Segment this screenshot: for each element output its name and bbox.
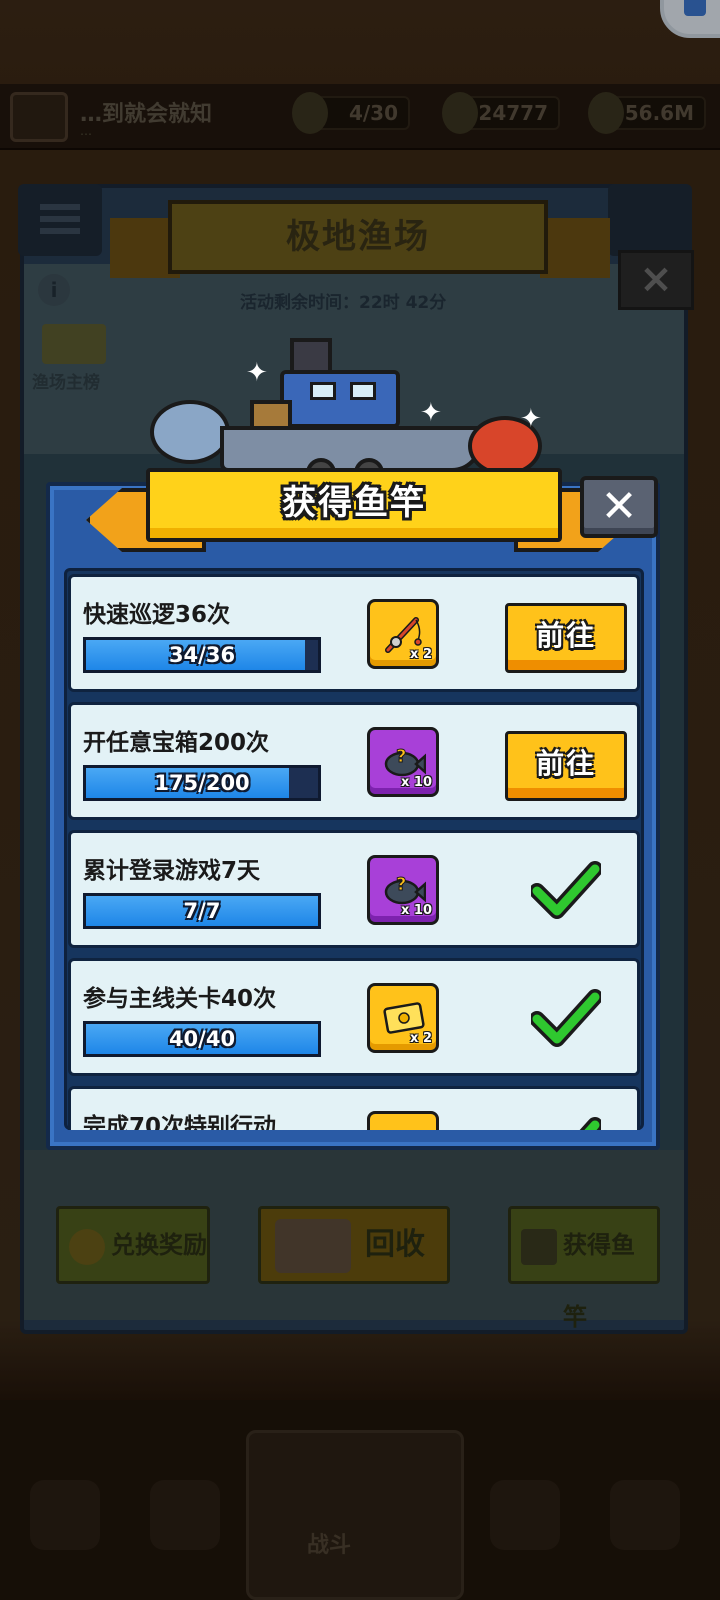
reward-item[interactable]: ? x 10 — [367, 855, 439, 925]
task-progress-text: 40/40 — [168, 1027, 236, 1051]
task-progress-text: 7/7 — [183, 899, 221, 923]
boat-hull — [220, 426, 482, 472]
checkmark-icon — [531, 861, 601, 919]
modal-close-button[interactable]: ✕ — [580, 476, 658, 538]
reward-item[interactable]: x 2 — [367, 983, 439, 1053]
boat-window — [350, 382, 376, 400]
task-progress-bar: 7/7 — [83, 893, 321, 929]
boat-chimney — [290, 338, 332, 374]
task-title: 开任意宝箱200次 — [83, 730, 270, 756]
go-button-label: 前往 — [535, 747, 596, 780]
task-row: 开任意宝箱200次 175/200 ? x 10 前往 — [68, 702, 640, 820]
task-progress-bar: 40/40 — [83, 1021, 321, 1057]
sparkle-icon: ✦ — [246, 358, 268, 388]
task-progress-text: 175/200 — [154, 771, 250, 795]
task-row: 快速巡逻36次 34/36 x 2 前往 — [68, 574, 640, 692]
boat-window — [310, 382, 336, 400]
reward-item[interactable]: ? x 10 — [367, 727, 439, 797]
task-progress-bar: 34/36 — [83, 637, 321, 673]
go-button[interactable]: 前往 — [505, 731, 627, 801]
boat-cabin — [280, 370, 400, 428]
task-progress-text: 34/36 — [168, 643, 236, 667]
close-icon: ✕ — [600, 481, 638, 532]
go-button-label: 前往 — [535, 619, 596, 652]
task-title: 参与主线关卡40次 — [83, 986, 277, 1012]
task-row: 参与主线关卡40次 40/40 x 2 — [68, 958, 640, 1076]
reward-count: x 10 — [400, 903, 432, 918]
go-button[interactable]: 前往 — [505, 603, 627, 673]
fishing-boat-illustration: ✦ ✦ ✦ — [150, 330, 570, 488]
checkmark-icon — [531, 989, 601, 1047]
reward-count: x 10 — [400, 775, 432, 790]
modal-title-banner: 获得鱼竿 — [146, 468, 562, 542]
blue-fish-icon — [150, 400, 230, 464]
svg-text:?: ? — [396, 746, 406, 767]
task-row: 累计登录游戏7天 7/7 ? x 10 — [68, 830, 640, 948]
reward-count: x 2 — [410, 1031, 432, 1046]
modal-title: 获得鱼竿 — [282, 483, 426, 523]
reward-count: x 2 — [410, 647, 432, 662]
reward-item[interactable]: x 2 — [367, 599, 439, 669]
task-progress-bar: 175/200 — [83, 765, 321, 801]
svg-text:?: ? — [396, 874, 406, 895]
sparkle-icon: ✦ — [420, 398, 442, 428]
sparkle-icon: ✦ — [520, 404, 542, 434]
task-title: 快速巡逻36次 — [83, 602, 231, 628]
task-title: 累计登录游戏7天 — [83, 858, 261, 884]
